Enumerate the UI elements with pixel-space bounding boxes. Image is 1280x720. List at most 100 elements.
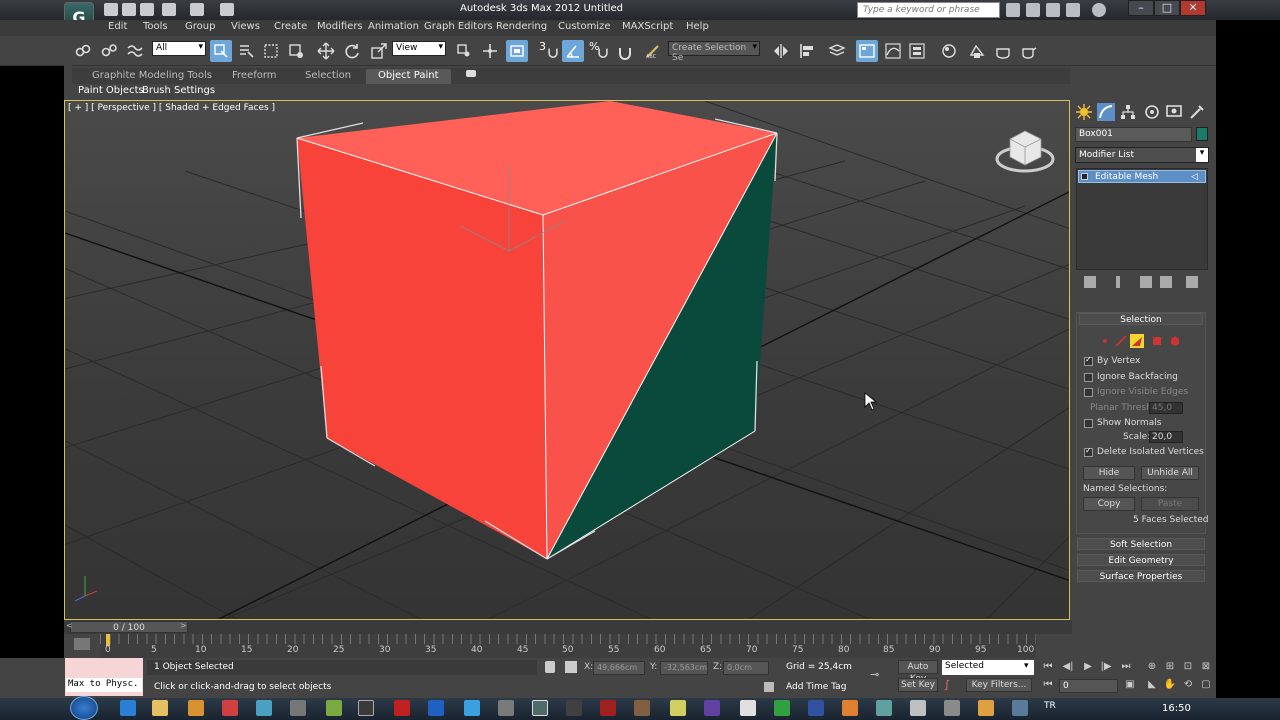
manipulate-icon[interactable] [479,40,501,62]
tab-selection[interactable]: Selection [305,70,351,81]
binoculars-icon[interactable] [1006,3,1020,17]
vertex-subobject-icon[interactable] [1098,334,1112,348]
show-end-result-icon[interactable] [1116,276,1120,288]
delete-isolated-vertices-checkbox[interactable] [1084,446,1093,457]
perspective-viewport[interactable] [64,100,1070,620]
menu-tools[interactable]: Tools [143,21,168,32]
schematic-view-icon[interactable] [906,40,928,62]
photoshop-icon[interactable] [428,700,444,716]
ignore-backfacing-checkbox[interactable] [1084,373,1093,382]
layer-manager-icon[interactable] [826,40,848,62]
menu-help[interactable]: Help [686,21,709,32]
tab-freeform[interactable]: Freeform [232,70,277,81]
pin-stack-icon[interactable] [1084,276,1096,288]
rectangular-selection-icon[interactable] [260,40,282,62]
subscription-icon[interactable] [1026,3,1040,17]
percent-snap-magnet-icon[interactable] [596,40,610,62]
scale-spinner[interactable]: 20,0 [1149,431,1183,443]
language-indicator[interactable]: TR [1044,701,1056,711]
dreamweaver-icon[interactable] [358,700,374,716]
project-folder-icon[interactable] [220,3,234,16]
tab-object-paint[interactable]: Object Paint [366,69,451,84]
by-vertex-checkbox[interactable] [1084,355,1093,366]
add-time-tag-button[interactable]: Add Time Tag [786,682,846,692]
zoom-all-icon[interactable]: ⊞ [1162,660,1178,674]
lock-icon[interactable] [545,661,555,673]
app-icon[interactable] [774,700,790,716]
play-icon[interactable]: ▶ [1080,660,1096,674]
field-of-view-icon[interactable]: ◣ [1144,678,1160,692]
y-coordinate-field[interactable]: -32,563cm [660,661,708,675]
next-frame-icon[interactable]: |▶ [1098,660,1114,674]
open-file-icon[interactable] [122,3,136,16]
unhide-all-button[interactable]: Unhide All [1141,466,1199,480]
app-icon[interactable] [842,700,858,716]
select-and-link-icon[interactable] [72,40,94,62]
rollout-header-surface-properties[interactable]: Surface Properties [1077,570,1205,582]
communication-icon[interactable] [1046,3,1060,17]
redo-icon[interactable] [190,3,204,16]
orbit-icon[interactable]: ⟲ [1180,678,1196,692]
go-to-start-icon[interactable]: ⏮ [1040,660,1056,674]
chevron-down-icon[interactable]: ▾ [1024,661,1029,671]
go-to-end-icon[interactable]: ⏭ [1118,660,1134,674]
ignore-visible-edges-checkbox[interactable] [1084,388,1093,397]
menu-views[interactable]: Views [231,21,260,32]
system-clock[interactable]: 16:50 [1162,703,1191,714]
named-selection-sets-dropdown[interactable]: Create Selection Se [668,41,760,63]
time-configuration-icon[interactable]: ▣ [1122,678,1138,692]
steam-icon[interactable] [290,700,306,716]
rollout-header-edit-geometry[interactable]: Edit Geometry [1077,554,1205,566]
paint-objects-button[interactable]: Paint Objects [78,85,144,96]
menu-rendering[interactable]: Rendering [496,21,547,32]
menu-maxscript[interactable]: MAXScript [622,21,673,32]
start-button[interactable] [70,696,98,720]
maximize-button[interactable]: □ [1154,0,1180,16]
acrobat-icon[interactable] [394,700,410,716]
auto-key-button[interactable]: Auto Key [898,660,938,684]
configure-modifier-sets-icon[interactable] [1186,276,1198,288]
current-frame-field[interactable]: 0 [1059,679,1118,693]
minimize-button[interactable]: – [1128,0,1154,16]
maximize-viewport-icon[interactable]: ▢ [1198,678,1214,692]
utilities-tab-icon[interactable] [1188,103,1206,121]
app-icon[interactable] [944,700,960,716]
chevron-right-icon[interactable]: > [180,621,187,630]
z-coordinate-field[interactable]: 0,0cm [723,661,769,675]
undo-icon[interactable] [162,3,176,16]
rendered-frame-window-icon[interactable] [992,40,1014,62]
app-icon[interactable] [1012,700,1028,716]
save-file-icon[interactable] [140,3,154,16]
pivot-center-icon[interactable] [453,40,475,62]
rollout-header-selection[interactable]: Selection [1079,313,1203,325]
modifier-list-dropdown[interactable]: Modifier List [1075,147,1209,163]
stack-item-editable-mesh[interactable]: Editable Mesh [1078,170,1206,183]
3dsmax-taskbar-icon[interactable] [532,700,548,716]
menu-animation[interactable]: Animation [368,21,419,32]
viewcube-icon[interactable] [995,130,1055,173]
chevron-left-icon[interactable]: < [66,621,73,630]
key-mode-toggle-icon[interactable]: ⏮ [1040,678,1056,692]
zoom-extents-all-icon[interactable]: ⊠ [1198,660,1214,674]
app-icon[interactable] [670,700,686,716]
angle-snap-icon[interactable] [562,40,584,62]
brush-settings-button[interactable]: Brush Settings [142,85,215,96]
remove-modifier-icon[interactable] [1160,276,1172,288]
spinner-snap-icon[interactable] [614,40,636,62]
curve-editor-icon[interactable] [882,40,904,62]
expand-icon[interactable] [1081,173,1088,180]
display-tab-icon[interactable] [1165,103,1183,121]
app-icon[interactable] [634,700,650,716]
object-color-swatch[interactable] [1196,127,1208,141]
menu-customize[interactable]: Customize [558,21,611,32]
light-bulb-icon[interactable]: ◁ [1191,172,1198,182]
search-input[interactable]: Type a keyword or phrase [857,2,1000,18]
app-icon[interactable] [876,700,892,716]
select-and-move-icon[interactable] [315,40,337,62]
key-icon[interactable]: ⊸ [870,668,892,681]
viewport-label[interactable]: [ + ] [ Perspective ] [ Shaded + Edged F… [68,103,275,113]
zoom-extents-icon[interactable]: ⊡ [1180,660,1196,674]
show-normals-checkbox[interactable] [1084,419,1093,428]
material-editor-icon[interactable] [938,40,960,62]
menu-graph-editors[interactable]: Graph Editors [424,21,493,32]
